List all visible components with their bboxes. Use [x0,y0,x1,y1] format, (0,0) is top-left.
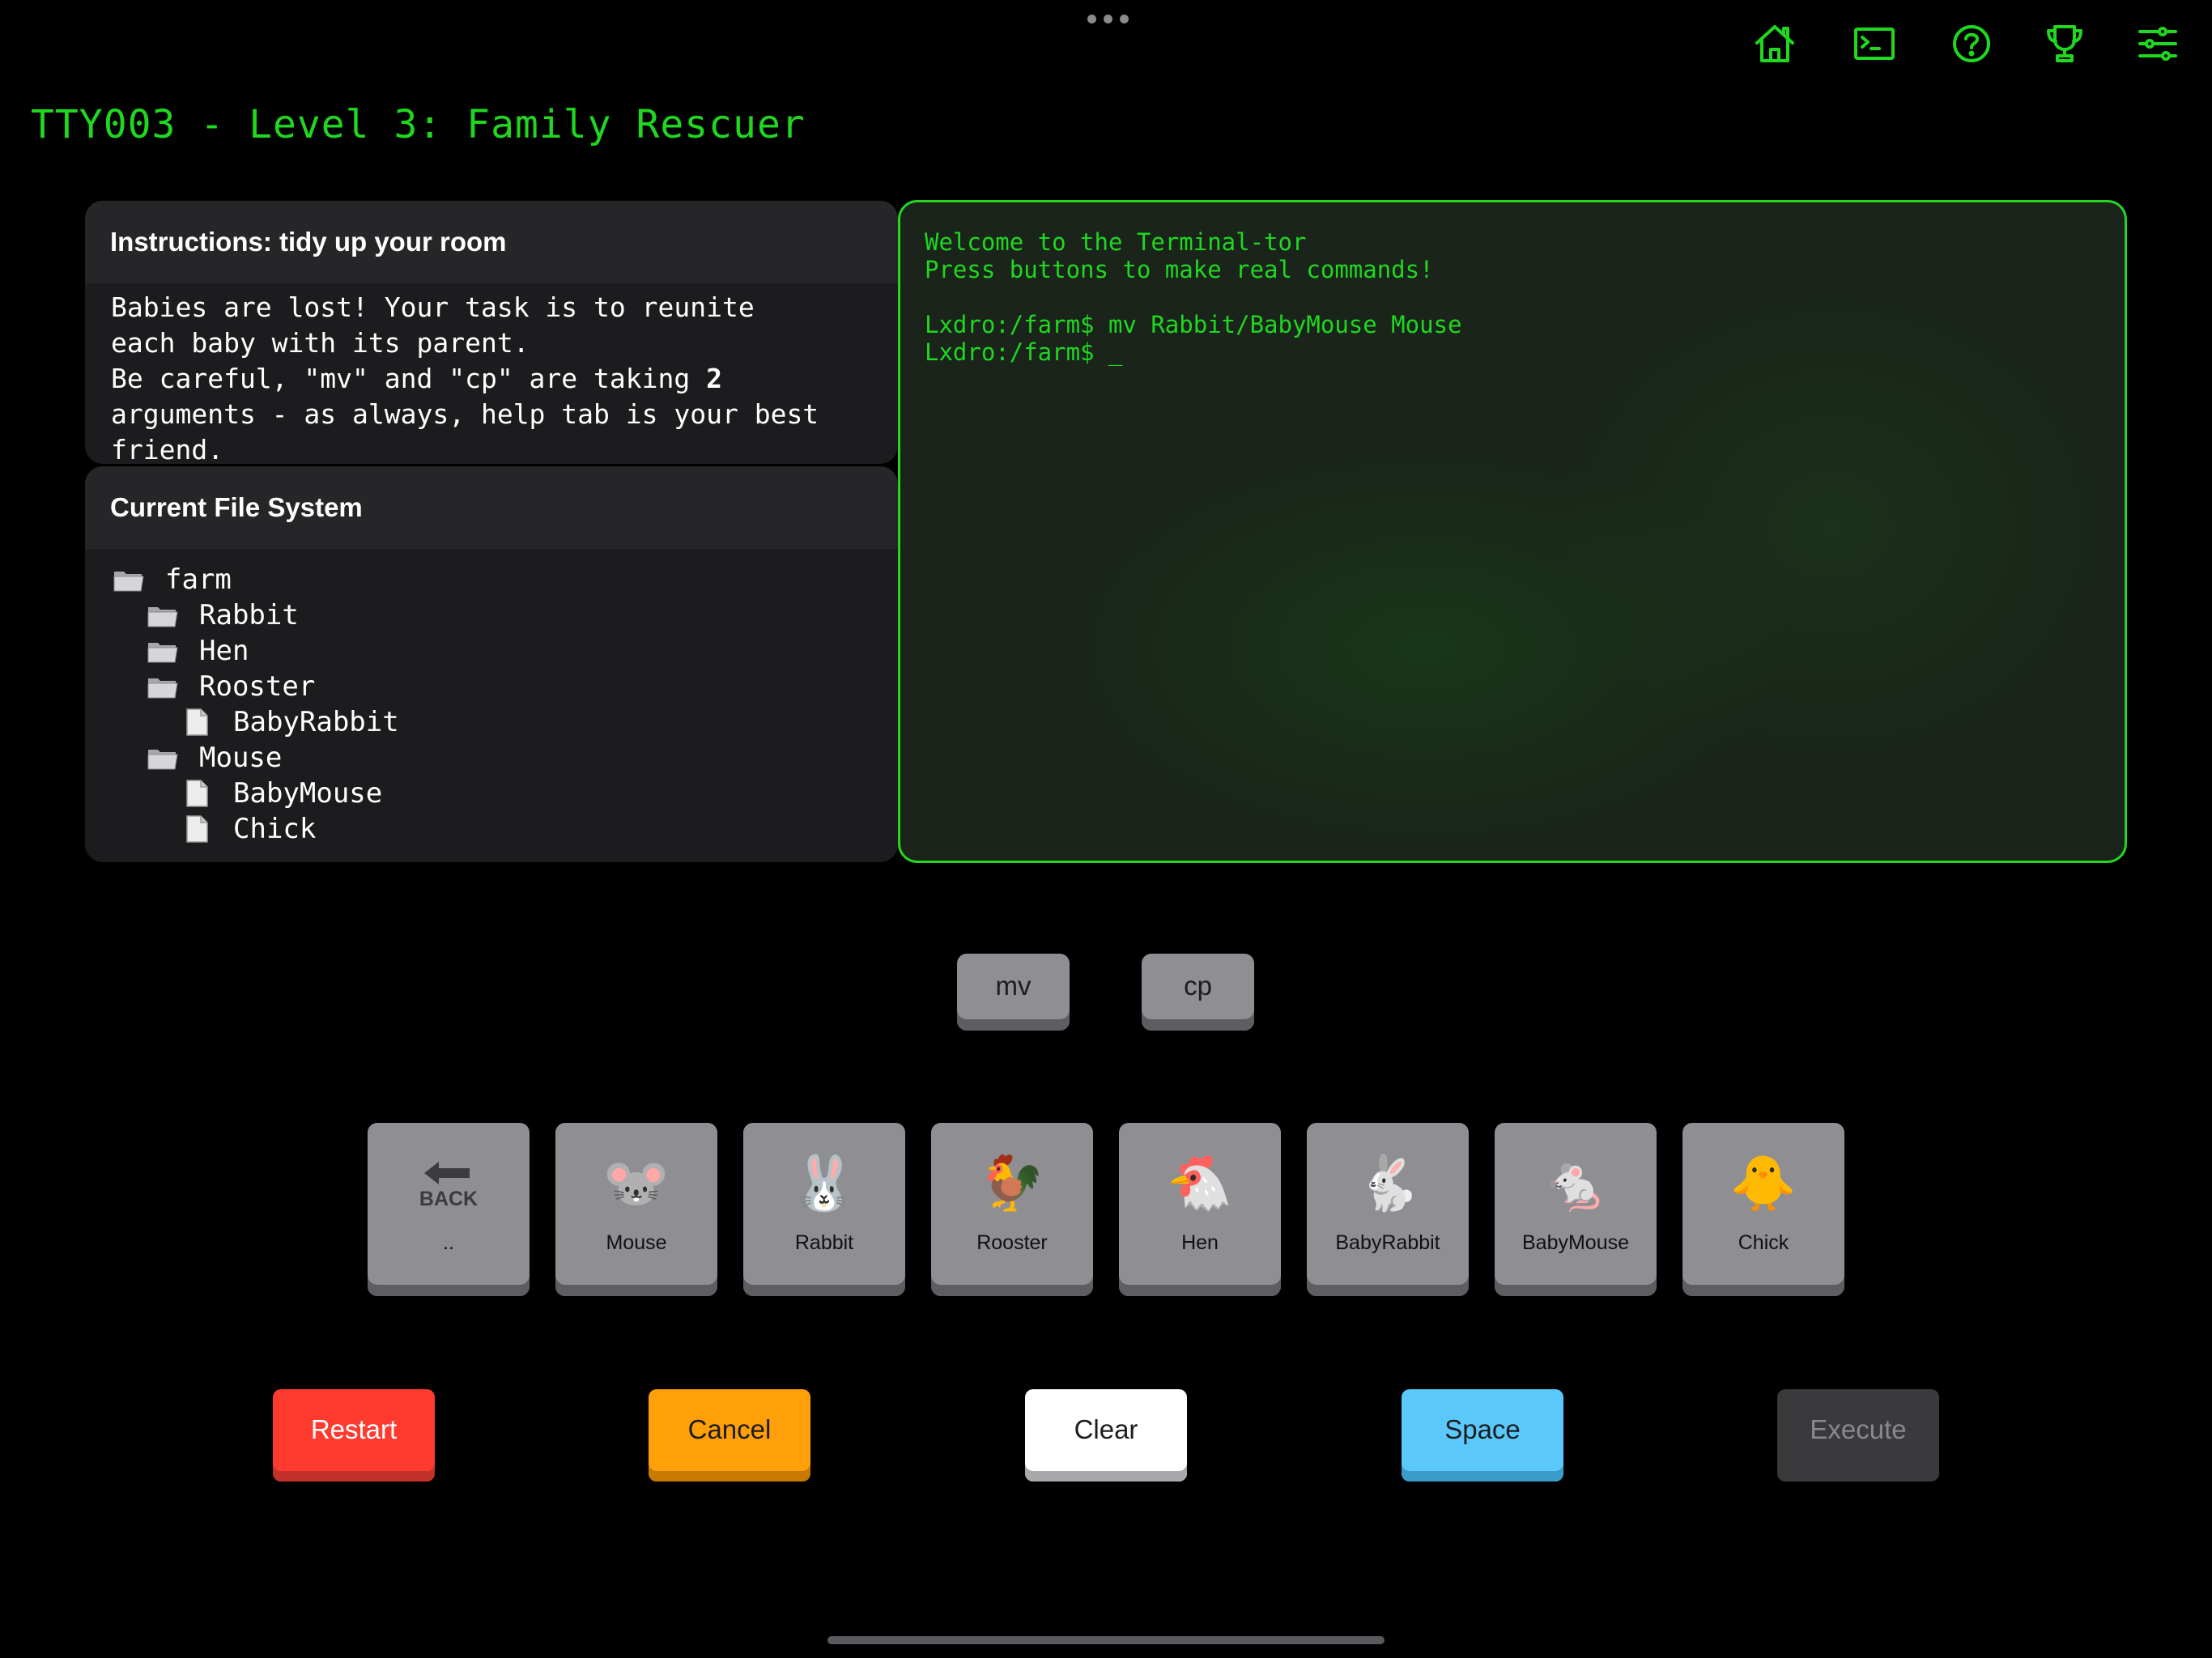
file-tree: farm Rabbit Hen Rooster BabyRabbit Mouse BabyM… [85,549,898,847]
command-mv-button[interactable]: mv [957,954,1070,1031]
instructions-header: Instructions: tidy up your room [85,201,898,283]
home-indicator [827,1636,1385,1644]
tree-item-label: Hen [199,635,249,667]
tree-item-label: Rabbit [199,599,299,631]
argument-button-hen[interactable]: 🐔 Hen [1119,1123,1281,1296]
folder-row: farm [85,562,898,597]
argument-label: BabyMouse [1521,1231,1630,1254]
argument-button-babyrabbit[interactable]: 🐇 BabyRabbit [1307,1123,1469,1296]
file-icon [180,779,214,808]
file-icon [180,814,214,844]
tree-item-label: farm [165,563,232,596]
space-button[interactable]: Space [1402,1389,1563,1482]
argument-label: Rooster [976,1231,1048,1254]
folder-icon [146,601,180,630]
argument-button-parent-dir[interactable]: BACK.. [368,1123,530,1296]
clear-button[interactable]: Clear [1025,1389,1187,1482]
argument-label: Mouse [606,1231,667,1254]
file-system-header: Current File System [85,466,898,549]
argument-label: BabyRabbit [1335,1231,1440,1254]
settings-sliders-icon[interactable] [2133,19,2182,68]
terminal-line: Welcome to the Terminal-tor [925,228,1307,256]
tree-item-label: Chick [233,813,317,845]
tree-item-label: Mouse [199,742,283,774]
file-system-panel: Current File System farm Rabbit Hen Rooster… [85,466,898,862]
instructions-panel: Instructions: tidy up your room Babies a… [85,201,898,464]
terminal-line: Lxdro:/farm$ mv Rabbit/BabyMouse Mouse [925,311,1462,338]
argument-label: Rabbit [794,1231,854,1254]
babyrabbit-emoji-icon: 🐇 [1354,1153,1422,1213]
file-row: Chick [85,811,898,847]
tree-item-label: BabyRabbit [233,706,399,738]
trophy-icon[interactable] [2040,19,2089,68]
help-icon[interactable] [1947,19,1996,68]
back-arrow-icon: BACK [368,1150,530,1226]
argument-label: Hen [1181,1231,1219,1254]
folder-icon [146,636,180,665]
argument-button-rooster[interactable]: 🐓 Rooster [931,1123,1093,1296]
argument-button-rabbit[interactable]: 🐰 Rabbit [743,1123,905,1296]
mouse-emoji-icon: 🐭 [602,1153,670,1213]
argument-button-mouse[interactable]: 🐭 Mouse [555,1123,717,1296]
folder-icon [112,565,146,594]
argument-label: Chick [1738,1231,1789,1254]
terminal-output: Welcome to the Terminal-tor Press buttons… [898,200,2127,863]
file-icon [180,708,214,737]
svg-text:BACK: BACK [419,1188,478,1210]
restart-button[interactable]: Restart [273,1389,435,1482]
execute-button[interactable]: Execute [1777,1389,1939,1482]
terminal-line: Press buttons to make real commands! [925,256,1434,283]
tree-item-label: Rooster [199,670,316,703]
instructions-text: Babies are lost! Your task is to reunite… [111,291,819,464]
argument-button-chick[interactable]: 🐥 Chick [1682,1123,1844,1296]
command-cp-button[interactable]: cp [1142,954,1254,1031]
file-row: BabyRabbit [85,704,898,740]
rooster-emoji-icon: 🐓 [978,1153,1046,1213]
hen-emoji-icon: 🐔 [1166,1153,1234,1213]
argument-label: .. [443,1231,454,1254]
file-row: BabyMouse [85,776,898,811]
tree-item-label: BabyMouse [233,777,383,810]
folder-row: Mouse [85,740,898,776]
home-icon[interactable] [1750,19,1799,68]
argument-button-babymouse[interactable]: 🐁 BabyMouse [1495,1123,1657,1296]
folder-row: Hen [85,633,898,669]
babymouse-emoji-icon: 🐁 [1542,1153,1610,1213]
folder-icon [146,672,180,701]
cancel-button[interactable]: Cancel [649,1389,810,1482]
folder-row: Rabbit [85,597,898,633]
terminal-icon[interactable] [1850,19,1899,68]
page-title: TTY003 - Level 3: Family Rescuer [31,102,806,147]
terminal-line: Lxdro:/farm$ _ [925,338,1123,366]
folder-row: Rooster [85,669,898,704]
rabbit-emoji-icon: 🐰 [790,1153,858,1213]
top-toolbar [0,19,2212,68]
folder-icon [146,743,180,772]
chick-emoji-icon: 🐥 [1729,1153,1797,1213]
